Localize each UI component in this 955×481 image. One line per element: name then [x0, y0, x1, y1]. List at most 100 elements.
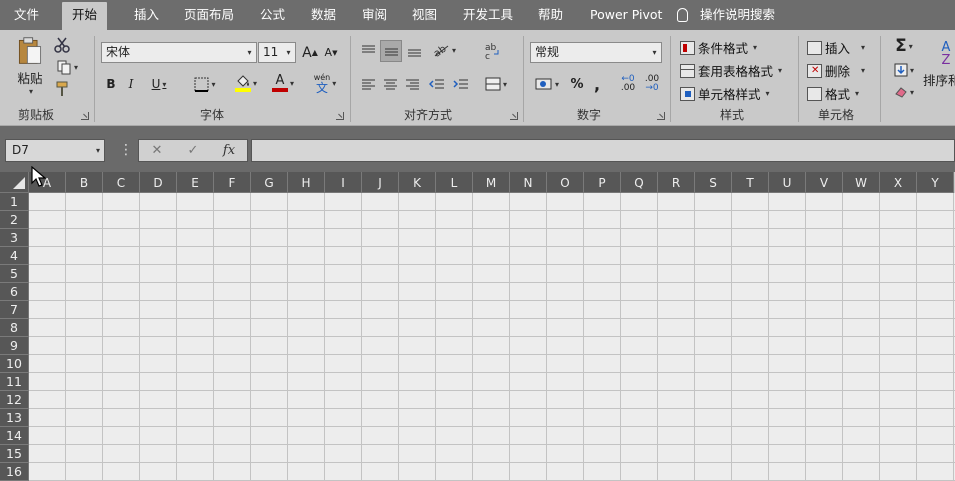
- increase-decimal-button[interactable]: ←0.00: [617, 73, 639, 95]
- align-left-button[interactable]: [358, 74, 378, 94]
- autosum-button[interactable]: Σ ▾: [888, 36, 920, 56]
- cut-button[interactable]: [52, 36, 72, 54]
- cell-styles-button[interactable]: 单元格样式 ▾: [680, 84, 770, 103]
- fill-color-button[interactable]: ▾: [230, 71, 262, 95]
- name-box[interactable]: D7 ▾: [5, 139, 105, 162]
- number-launcher-icon[interactable]: [657, 112, 665, 120]
- format-painter-button[interactable]: [52, 80, 72, 98]
- row-header[interactable]: 2: [0, 211, 29, 229]
- row-header[interactable]: 3: [0, 229, 29, 247]
- column-header[interactable]: S: [695, 172, 732, 193]
- underline-button[interactable]: U ▾: [144, 73, 174, 95]
- align-center-button[interactable]: [380, 74, 400, 94]
- column-header[interactable]: J: [362, 172, 399, 193]
- column-header[interactable]: W: [843, 172, 880, 193]
- insert-function-button[interactable]: fx: [215, 140, 243, 161]
- merge-center-button[interactable]: ▾: [480, 74, 512, 94]
- clear-button[interactable]: ▾: [888, 82, 920, 102]
- column-header[interactable]: U: [769, 172, 806, 193]
- row-header[interactable]: 10: [0, 355, 29, 373]
- tab-0[interactable]: 文件: [4, 0, 49, 30]
- column-header[interactable]: B: [66, 172, 103, 193]
- row-header[interactable]: 5: [0, 265, 29, 283]
- row-header[interactable]: 7: [0, 301, 29, 319]
- column-header[interactable]: T: [732, 172, 769, 193]
- row-header[interactable]: 1: [0, 193, 29, 211]
- sort-filter-button[interactable]: A Z: [934, 36, 955, 72]
- align-right-button[interactable]: [402, 74, 422, 94]
- comma-style-button[interactable]: ,: [589, 73, 605, 95]
- row-header[interactable]: 15: [0, 445, 29, 463]
- column-header[interactable]: L: [436, 172, 473, 193]
- tab-3[interactable]: 页面布局: [174, 0, 244, 30]
- row-header[interactable]: 11: [0, 373, 29, 391]
- tab-1[interactable]: 开始: [62, 2, 108, 30]
- wrap-text-button[interactable]: ab c: [480, 40, 504, 62]
- clipboard-launcher-icon[interactable]: [81, 112, 89, 120]
- fill-button[interactable]: ▾: [888, 60, 920, 80]
- shrink-font-button[interactable]: A ▼: [322, 42, 340, 63]
- cell-area[interactable]: [29, 193, 955, 481]
- column-header[interactable]: M: [473, 172, 510, 193]
- increase-indent-button[interactable]: [450, 74, 472, 94]
- bold-button[interactable]: B: [102, 73, 120, 95]
- row-header[interactable]: 4: [0, 247, 29, 265]
- column-header[interactable]: O: [547, 172, 584, 193]
- orientation-button[interactable]: ab ▾: [428, 40, 460, 60]
- tab-5[interactable]: 数据: [301, 0, 346, 30]
- row-header[interactable]: 9: [0, 337, 29, 355]
- font-size-combo[interactable]: 11 ▾: [258, 42, 296, 63]
- column-header[interactable]: G: [251, 172, 288, 193]
- row-header[interactable]: 13: [0, 409, 29, 427]
- tab-7[interactable]: 视图: [402, 0, 447, 30]
- row-header[interactable]: 8: [0, 319, 29, 337]
- tell-me-search[interactable]: 操作说明搜索: [677, 0, 775, 30]
- row-header[interactable]: 12: [0, 391, 29, 409]
- column-header[interactable]: H: [288, 172, 325, 193]
- font-launcher-icon[interactable]: [336, 112, 344, 120]
- column-header[interactable]: I: [325, 172, 362, 193]
- grow-font-button[interactable]: A ▲: [301, 42, 319, 63]
- format-cells-button[interactable]: 格式 ▾: [807, 84, 859, 103]
- format-as-table-button[interactable]: 套用表格格式 ▾: [680, 61, 782, 80]
- formula-bar-drag-handle[interactable]: ⋮: [119, 141, 133, 159]
- conditional-format-button[interactable]: 条件格式 ▾: [680, 38, 757, 57]
- alignment-launcher-icon[interactable]: [510, 112, 518, 120]
- tab-6[interactable]: 审阅: [352, 0, 397, 30]
- copy-button[interactable]: ▾: [52, 58, 82, 76]
- number-format-combo[interactable]: 常规 ▾: [530, 42, 662, 63]
- tab-4[interactable]: 公式: [250, 0, 295, 30]
- decrease-decimal-button[interactable]: .00 →0: [641, 73, 663, 95]
- delete-cells-button[interactable]: ✕ 删除 ▾: [807, 61, 865, 80]
- row-header[interactable]: 6: [0, 283, 29, 301]
- column-header[interactable]: K: [399, 172, 436, 193]
- borders-button[interactable]: ▾: [190, 73, 220, 95]
- column-header[interactable]: P: [584, 172, 621, 193]
- italic-button[interactable]: I: [122, 73, 140, 95]
- tab-10[interactable]: Power Pivot: [580, 0, 672, 30]
- font-name-combo[interactable]: 宋体 ▾: [101, 42, 257, 63]
- font-color-button[interactable]: A ▾: [268, 71, 298, 95]
- tab-9[interactable]: 帮助: [528, 0, 573, 30]
- accounting-format-button[interactable]: ▾: [531, 73, 563, 95]
- middle-align-button[interactable]: [380, 40, 402, 62]
- column-header[interactable]: F: [214, 172, 251, 193]
- column-header[interactable]: E: [177, 172, 214, 193]
- decrease-indent-button[interactable]: [426, 74, 448, 94]
- bottom-align-button[interactable]: [404, 40, 424, 60]
- row-header[interactable]: 14: [0, 427, 29, 445]
- formula-input[interactable]: [251, 139, 955, 162]
- cancel-entry-button[interactable]: ✕: [143, 140, 171, 161]
- top-align-button[interactable]: [358, 40, 378, 60]
- insert-cells-button[interactable]: 插入 ▾: [807, 38, 865, 57]
- column-header[interactable]: X: [880, 172, 917, 193]
- column-header[interactable]: C: [103, 172, 140, 193]
- select-all-button[interactable]: [0, 172, 29, 193]
- confirm-entry-button[interactable]: ✓: [179, 140, 207, 161]
- percent-button[interactable]: %: [567, 73, 587, 95]
- column-header[interactable]: D: [140, 172, 177, 193]
- column-header[interactable]: Q: [621, 172, 658, 193]
- paste-button[interactable]: 粘贴 ▾: [10, 36, 50, 96]
- tab-8[interactable]: 开发工具: [453, 0, 523, 30]
- column-header[interactable]: Y: [917, 172, 954, 193]
